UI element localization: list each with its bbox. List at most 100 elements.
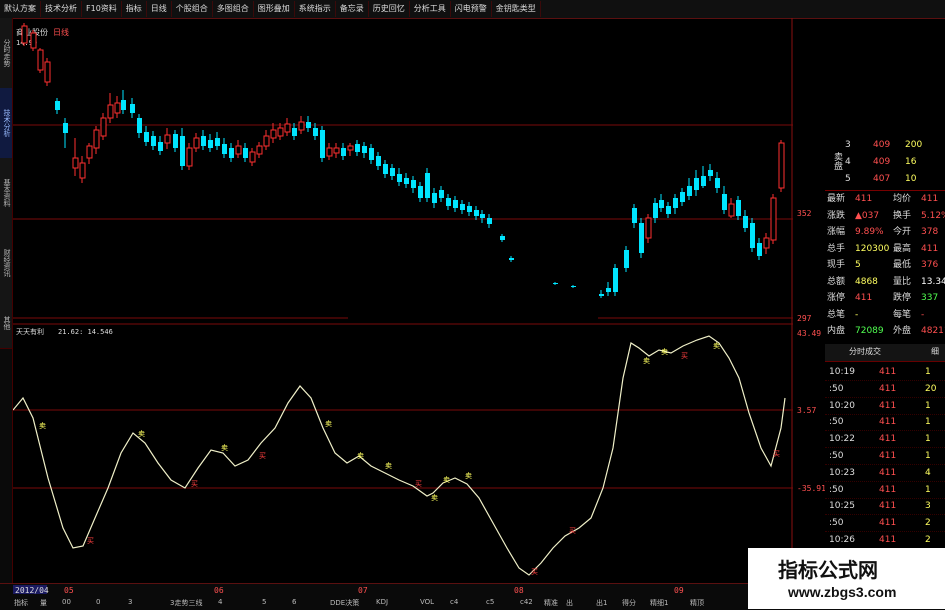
- stat-value: -: [921, 309, 925, 320]
- stat-label: 每笔: [893, 309, 912, 320]
- stat-label: 内盘: [827, 326, 846, 336]
- indicator-readout: 21.62: 14.546: [58, 328, 113, 336]
- order-level: 5: [845, 174, 851, 184]
- stat-label: 今开: [893, 227, 912, 237]
- tick-volume: 1: [925, 400, 931, 411]
- candlestick: [292, 123, 297, 140]
- candlestick: [222, 138, 227, 158]
- bottom-tab-19[interactable]: 精细1: [650, 598, 668, 608]
- candlestick: [362, 142, 367, 158]
- tick-volume: 1: [925, 367, 931, 377]
- candle-body: [270, 129, 277, 139]
- side-tab-intraday[interactable]: 分时走势: [0, 18, 12, 89]
- stat-label: 最低: [893, 260, 912, 270]
- stat-value: 120300: [855, 243, 890, 254]
- bottom-tab-11[interactable]: VOL: [420, 598, 434, 606]
- tick-time: 10:23: [829, 467, 855, 478]
- bottom-tab-17[interactable]: 出1: [596, 598, 607, 608]
- candlestick: [474, 206, 479, 220]
- bottom-tab-9[interactable]: DDE决策: [330, 598, 359, 608]
- bottom-tab-14[interactable]: c42: [520, 598, 533, 606]
- bottom-tab-2[interactable]: 00: [62, 598, 71, 606]
- toolbar-item-1[interactable]: 技术分析: [41, 1, 82, 17]
- candle-body: [613, 268, 618, 292]
- signal-marker-buy: 买: [415, 480, 422, 488]
- bottom-tab-1[interactable]: 量: [40, 598, 47, 608]
- side-tab-fundamentals[interactable]: 基本资料: [0, 158, 12, 229]
- candle-body: [418, 186, 423, 198]
- bottom-tab-12[interactable]: c4: [450, 598, 458, 606]
- toolbar-item-10[interactable]: 历史回忆: [369, 1, 410, 17]
- candle-body: [44, 61, 51, 83]
- candle-body: [137, 118, 142, 133]
- tick-volume: 1: [925, 417, 931, 428]
- candle-body: [480, 214, 485, 218]
- toolbar-item-0[interactable]: 默认方案: [0, 1, 41, 17]
- candlestick: [72, 138, 79, 176]
- candle-body: [425, 173, 430, 198]
- candle-body: [432, 193, 437, 203]
- side-tab-technical[interactable]: 技术分析: [0, 88, 12, 159]
- bottom-tab-16[interactable]: 出: [566, 598, 573, 608]
- stat-value: 376: [921, 260, 939, 270]
- bottom-tab-20[interactable]: 精顶: [690, 598, 704, 608]
- order-level: 4: [845, 157, 851, 167]
- bottom-tab-18[interactable]: 得分: [622, 598, 636, 608]
- tick-volume: 1: [925, 484, 931, 495]
- candle-body: [715, 178, 720, 188]
- bottom-tab-13[interactable]: c5: [486, 598, 494, 606]
- period-label: 日线: [53, 27, 69, 37]
- candle-body: [624, 250, 629, 268]
- stock-chart[interactable]: 商业股份 日线 14.90 天天有利 21.62: 14.546 3522974…: [12, 18, 826, 583]
- tick-time: 10:20: [829, 400, 855, 411]
- candlestick: [708, 164, 713, 181]
- bottom-tab-3[interactable]: 0: [96, 598, 100, 606]
- candle-body: [355, 144, 360, 152]
- side-tab-news[interactable]: 财经资讯: [0, 228, 12, 299]
- bottom-tab-7[interactable]: 5: [262, 598, 266, 606]
- toolbar-item-8[interactable]: 系统指示: [295, 1, 336, 17]
- toolbar-item-2[interactable]: F10资料: [82, 1, 122, 17]
- tick-volume: 1: [925, 451, 931, 461]
- bottom-tab-5[interactable]: 3走势三线: [170, 598, 202, 608]
- toolbar-item-13[interactable]: 金钥匙类型: [492, 1, 541, 17]
- tick-volume: 2: [925, 535, 931, 545]
- candle-body: [93, 129, 100, 149]
- bottom-tab-6[interactable]: 4: [218, 598, 222, 606]
- bottom-tab-10[interactable]: KDJ: [376, 598, 388, 606]
- stat-label: 涨幅: [827, 227, 846, 237]
- tick-price: 411: [879, 535, 897, 545]
- candle-body: [114, 102, 121, 114]
- side-tab-other[interactable]: 其他: [0, 298, 12, 349]
- toolbar-item-7[interactable]: 图形叠加: [254, 1, 295, 17]
- tick-row: :50 411 1: [825, 448, 945, 465]
- stat-value: 5.12%: [921, 210, 945, 221]
- bottom-tab-4[interactable]: 3: [128, 598, 132, 606]
- candlestick: [425, 168, 430, 202]
- bottom-tab-8[interactable]: 6: [292, 598, 296, 606]
- candle-body: [306, 122, 311, 128]
- candle-body: [215, 138, 220, 146]
- quote-stat-row: 总笔 - 每笔 -: [825, 308, 945, 323]
- stat-value: 337: [921, 293, 939, 303]
- toolbar-item-6[interactable]: 多图组合: [213, 1, 254, 17]
- toolbar-item-12[interactable]: 闪电预警: [451, 1, 492, 17]
- toolbar-item-9[interactable]: 备忘录: [336, 1, 369, 17]
- stat-label: 量比: [893, 276, 912, 287]
- candle-body: [500, 236, 505, 240]
- candlestick: [487, 214, 492, 228]
- bottom-tab-0[interactable]: 指标: [14, 598, 28, 608]
- candle-body: [571, 286, 576, 287]
- candlestick: [770, 194, 777, 244]
- toolbar-item-3[interactable]: 指标: [122, 1, 147, 17]
- toolbar-item-5[interactable]: 个股组合: [172, 1, 213, 17]
- candlestick: [229, 143, 234, 162]
- tick-price: 411: [879, 501, 897, 512]
- bottom-tab-15[interactable]: 精准: [544, 598, 558, 608]
- candlestick: [659, 194, 664, 212]
- ticks-detail-button[interactable]: 细: [931, 346, 939, 357]
- toolbar-item-11[interactable]: 分析工具: [410, 1, 451, 17]
- candle-body: [37, 49, 44, 71]
- candlestick: [277, 123, 284, 140]
- toolbar-item-4[interactable]: 日线: [147, 1, 172, 17]
